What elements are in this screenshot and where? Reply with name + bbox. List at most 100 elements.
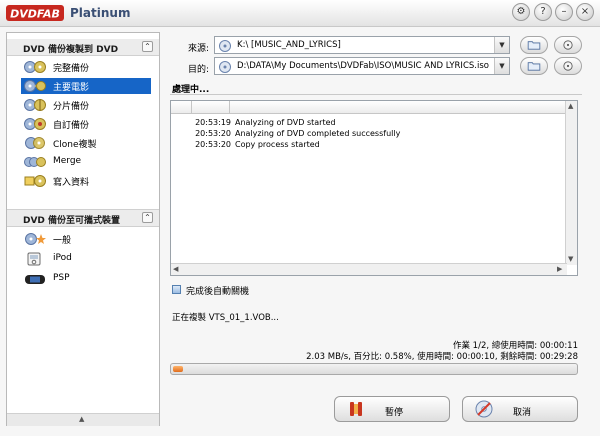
sidebar-item-label: iPod [53,253,72,263]
application-window: DVDFAB Platinum ⚙ ? – × DVD 備份複製到 DVD ⌃ … [0,0,600,436]
speed-status: 2.03 MB/s, 百分比: 0.58%, 使用時間: 00:00:10, 剩… [306,352,578,362]
sidebar-item-ipod[interactable]: iPod [21,251,151,267]
ipod-icon [27,252,41,266]
scroll-down-icon[interactable]: ▼ [568,255,573,263]
browse-target-button[interactable] [520,57,548,75]
sidebar-item-label: Merge [53,156,82,166]
folder-icon [527,62,541,71]
disc-icon [219,61,231,73]
section-title: DVD 備份複製到 DVD [23,45,119,55]
disc-icon [219,40,231,52]
log-list[interactable]: 20:53:19 Analyzing of DVD started 20:53:2… [170,100,578,276]
collapse-icon[interactable]: ⌃ [142,41,153,52]
sidebar-item-label: Clone複製 [53,140,97,150]
source-label: 來源: [188,44,210,54]
sidebar-item-label: 完整備份 [53,64,90,74]
target-combo[interactable]: D:\DATA\My Documents\DVDFab\ISO\MUSIC AN… [214,57,510,75]
sidebar-item-generic-device[interactable]: 一般 [21,231,151,247]
cancel-disc-icon [475,400,493,418]
log-row: 20:53:20 Analyzing of DVD completed succe… [189,129,400,138]
chevron-down-icon[interactable]: ▼ [494,58,509,74]
collapse-icon[interactable]: ⌃ [142,212,153,223]
log-time: 20:53:19 [195,118,231,127]
log-row: 20:53:20 Copy process started [189,140,320,149]
sidebar-item-customize[interactable]: 自訂備份 [21,116,151,132]
sidebar-item-label: 自訂備份 [53,121,90,131]
progress-bar [170,363,578,375]
sidebar-item-label: 一般 [53,236,72,246]
target-row: 目的: D:\DATA\My Documents\DVDFab\ISO\MUSI… [168,57,582,77]
sidebar-bottom-bar[interactable]: ▲ [7,413,159,426]
pause-icon [350,402,362,416]
generic-device-icon [25,233,46,245]
settings-icon[interactable]: ⚙ [512,3,530,21]
horizontal-scrollbar[interactable]: ◀ ▶ [171,263,567,275]
scroll-left-icon[interactable]: ◀ [173,265,178,273]
cancel-button[interactable]: 取消 [462,396,578,422]
log-time: 20:53:20 [195,140,231,149]
pause-button[interactable]: 暫停 [334,396,450,422]
chevron-down-icon[interactable]: ▼ [494,37,509,53]
sidebar-item-split[interactable]: 分片備份 [21,97,151,113]
divider [170,94,582,95]
scroll-up-icon[interactable]: ▲ [568,102,573,110]
title-bar: DVDFAB Platinum ⚙ ? – × [0,0,600,27]
section-portable-header[interactable]: DVD 備份至可攜式裝置 ⌃ [7,209,159,227]
copying-status: 正在複製 VTS_01_1.VOB... [172,313,279,323]
dvdfab-logo-icon: DVDFAB [6,5,64,21]
sidebar-item-write-data[interactable]: 寫入資料 [21,173,151,189]
sidebar-item-full-disc[interactable]: 完整備份 [21,59,151,75]
sidebar-item-psp[interactable]: PSP [21,271,151,287]
minimize-icon[interactable]: – [555,3,573,21]
customize-icon [24,118,46,130]
help-icon[interactable]: ? [534,3,552,21]
source-row: 來源: K:\ [MUSIC_AND_LYRICS] ▼ [168,36,582,56]
section-dvd-to-dvd-header[interactable]: DVD 備份複製到 DVD ⌃ [7,39,159,56]
auto-shutdown-label: 完成後自動關機 [186,287,250,297]
vertical-scrollbar[interactable]: ▲ ▼ [565,101,577,265]
progress-fill [173,366,183,372]
disc-refresh-icon [563,61,573,71]
write-data-icon [24,175,46,187]
section-portable-body: DVD 備份至可攜式裝置 ⌃ 一般 iPod PSP [7,209,159,425]
log-time: 20:53:20 [195,129,231,138]
log-message: Analyzing of DVD completed successfully [235,129,401,138]
column-divider [191,101,192,113]
scroll-right-icon[interactable]: ▶ [557,265,562,273]
section-title: DVD 備份至可攜式裝置 [23,216,121,226]
sidebar: DVD 備份複製到 DVD ⌃ 完整備份 主要電影 分片備份 自訂備份 Clon… [6,32,160,426]
source-refresh-button[interactable] [554,36,582,54]
target-refresh-button[interactable] [554,57,582,75]
source-value: K:\ [MUSIC_AND_LYRICS] [237,40,341,50]
disc-refresh-icon [563,40,573,50]
sidebar-item-label: 主要電影 [53,83,90,93]
merge-icon [24,157,46,167]
sidebar-item-label: PSP [53,273,70,283]
logo-text: DVDFAB [10,8,60,21]
folder-icon [527,41,541,50]
close-icon[interactable]: × [576,3,594,21]
log-message: Analyzing of DVD started [235,118,336,127]
full-disc-icon [24,61,46,73]
split-icon [24,99,46,111]
window-controls: ⚙ ? – × [512,3,594,21]
clone-icon [25,137,45,149]
column-divider [229,101,230,113]
target-value: D:\DATA\My Documents\DVDFab\ISO\MUSIC AN… [237,61,489,71]
cancel-label: 取消 [513,408,532,418]
sidebar-item-label: 寫入資料 [53,178,90,188]
pause-label: 暫停 [385,408,404,418]
browse-source-button[interactable] [520,36,548,54]
sidebar-item-label: 分片備份 [53,102,90,112]
expand-up-icon[interactable]: ▲ [79,415,84,423]
log-row: 20:53:19 Analyzing of DVD started [189,118,336,127]
source-combo[interactable]: K:\ [MUSIC_AND_LYRICS] ▼ [214,36,510,54]
sidebar-item-merge[interactable]: Merge [21,154,151,170]
log-header [171,101,567,114]
edition-label: Platinum [70,6,131,20]
sidebar-item-main-movie[interactable]: 主要電影 [21,78,151,94]
sidebar-item-clone[interactable]: Clone複製 [21,135,151,151]
main-movie-icon [24,80,46,92]
auto-shutdown-checkbox[interactable] [172,285,181,294]
psp-icon [25,275,45,284]
